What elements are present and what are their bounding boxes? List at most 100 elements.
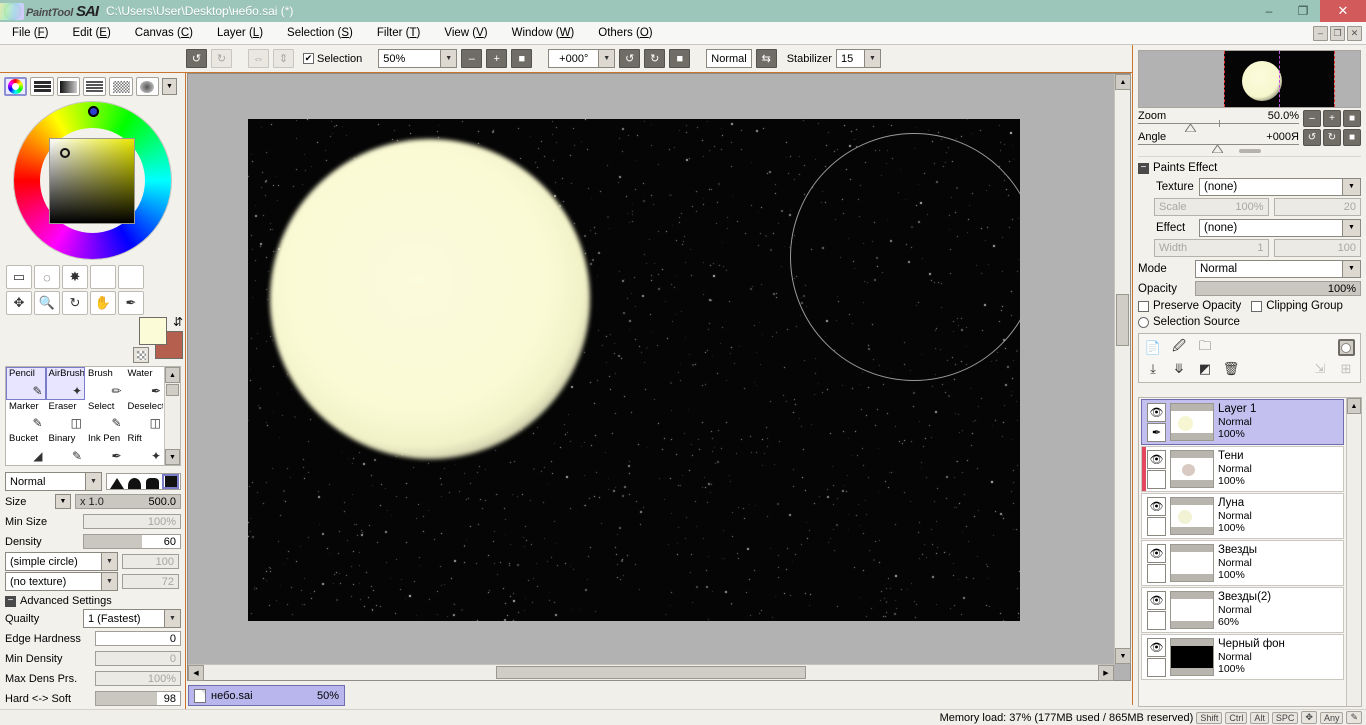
angle-slider-group[interactable]: Angle +000Я (1138, 131, 1299, 153)
brush-shape-value[interactable]: (simple circle) (5, 552, 101, 571)
canvas-scroll-up-icon[interactable]: ▲ (1115, 74, 1131, 90)
flip-horizontal-button[interactable]: ⇔ (248, 49, 269, 68)
size-unit-dropdown-icon[interactable]: ▼ (55, 494, 71, 509)
rect-select-icon[interactable]: ▭ (6, 265, 32, 289)
brush-marker[interactable]: Marker ✎ (6, 400, 46, 433)
zoom-slider-group[interactable]: Zoom 50.0% (1138, 110, 1299, 132)
clip-merge-icon[interactable]: ⤋ (1169, 359, 1189, 378)
brush-water[interactable]: Water ✒ (125, 367, 165, 400)
brush-texture-amount[interactable]: 72 (122, 574, 179, 589)
menu-edit[interactable]: Edit (E) (60, 22, 122, 45)
color-wheel-mode-button[interactable] (4, 77, 28, 96)
selected-layer-pen-icon[interactable]: ✒ (1147, 422, 1166, 442)
zoom-combo[interactable]: 50% ▼ (378, 49, 458, 68)
eye-icon[interactable]: 👁 (1147, 543, 1166, 563)
artboard[interactable] (248, 119, 1020, 621)
merge-down-icon[interactable]: ⤓ (1143, 359, 1163, 378)
hard-soft-slider[interactable]: 98 (95, 691, 181, 706)
hsv-list-mode-button[interactable] (83, 77, 107, 96)
color-wheel-area[interactable] (0, 98, 186, 263)
brush-shape-combo[interactable]: (simple circle) ▼ (5, 552, 118, 571)
move-tool-icon[interactable]: ✥ (6, 291, 32, 315)
zoom-slider-track[interactable] (1138, 120, 1299, 132)
menu-filter[interactable]: Filter (T) (365, 22, 432, 45)
brush-deselect[interactable]: Deselect ◫ (125, 400, 165, 433)
new-linework-layer-icon[interactable]: 🖉 (1169, 338, 1189, 357)
brush-shape-amount[interactable]: 100 (122, 554, 179, 569)
redo-button[interactable]: ↻ (211, 49, 232, 68)
layer-row[interactable]: 👁 Луна Normal 100% (1141, 493, 1344, 539)
texture-combo[interactable]: (none) ▼ (1199, 177, 1361, 196)
brush-list-scrollbar[interactable]: ▲ ▼ (164, 367, 180, 465)
layer-list-scrollbar[interactable]: ▲ (1346, 398, 1361, 706)
brush-scroll-up-icon[interactable]: ▲ (165, 367, 180, 383)
shape-sharp-icon[interactable] (108, 474, 125, 489)
zoom-out-button[interactable]: – (461, 49, 483, 68)
rgb-slider-mode-button[interactable] (30, 77, 54, 96)
brush-inkpen[interactable]: Ink Pen ✒ (85, 432, 125, 465)
swap-colors-icon[interactable]: ⇵ (173, 315, 183, 329)
eye-icon[interactable]: 👁 (1147, 402, 1166, 422)
scale-slider[interactable]: Scale 100% (1154, 198, 1269, 216)
panel-resize-grip[interactable] (1238, 149, 1261, 153)
eyedropper-tool-icon[interactable]: ✒ (118, 291, 144, 315)
transparent-color-button[interactable] (133, 347, 149, 363)
delete-layer-icon[interactable]: 🗑 (1221, 359, 1241, 378)
restore-button[interactable]: ❐ (1286, 0, 1320, 22)
menu-others[interactable]: Others (O) (586, 22, 664, 45)
layer-row[interactable]: 👁 Звезды(2) Normal 60% (1141, 587, 1344, 633)
layer-row[interactable]: 👁 ✒ Layer 1 Normal 100% (1141, 399, 1344, 445)
canvas-viewport[interactable]: ▲ ▼ ◀ ▶ (187, 73, 1131, 681)
zoom-tool-icon[interactable]: 🔍 (34, 291, 60, 315)
nav-zoom-out-button[interactable]: – (1303, 110, 1321, 127)
layer-mode-combo[interactable]: Normal ▼ (1195, 259, 1361, 278)
effect-value[interactable]: (none) (1199, 218, 1343, 237)
preserve-opacity-checkbox[interactable] (1138, 300, 1149, 312)
scale-amount-slider[interactable]: 20 (1273, 198, 1361, 216)
layer-select-box[interactable] (1147, 516, 1166, 536)
density-slider[interactable]: 60 (83, 534, 181, 549)
stabilizer-dropdown-icon[interactable]: ▼ (863, 49, 881, 68)
brush-binary[interactable]: Binary ✎ (46, 432, 86, 465)
close-button[interactable]: ✕ (1320, 0, 1366, 22)
brush-blend-dropdown-icon[interactable]: ▼ (85, 472, 102, 491)
layer-mode-value[interactable]: Normal (1195, 259, 1343, 278)
collapse-minus-icon[interactable]: − (5, 595, 16, 607)
selection-checkbox[interactable]: ✔ (303, 53, 314, 64)
angle-dropdown-icon[interactable]: ▼ (598, 49, 616, 68)
layer-row[interactable]: 👁 Звезды Normal 100% (1141, 540, 1344, 586)
min-size-slider[interactable]: 100% (83, 514, 181, 529)
nav-rotate-ccw-button[interactable]: ↺ (1303, 129, 1321, 146)
eye-icon[interactable]: 👁 (1147, 496, 1166, 516)
canvas-vscroll-thumb[interactable] (1116, 294, 1129, 346)
layer-select-box[interactable] (1147, 563, 1166, 583)
layer-select-box[interactable] (1147, 657, 1166, 677)
nav-zoom-reset-button[interactable]: ■ (1343, 110, 1361, 127)
layer-scroll-up-icon[interactable]: ▲ (1347, 398, 1361, 414)
menu-canvas[interactable]: Canvas (C) (123, 22, 205, 45)
max-dens-slider[interactable]: 100% (95, 671, 181, 686)
brush-scroll-down-icon[interactable]: ▼ (165, 449, 180, 465)
brush-shape-selector[interactable] (106, 473, 181, 490)
nav-rotate-cw-button[interactable]: ↻ (1323, 129, 1341, 146)
brush-brush[interactable]: Brush ✏ (85, 367, 125, 400)
sv-marker[interactable] (60, 148, 70, 158)
layer-row[interactable]: 👁 Тени Normal 100% (1141, 446, 1344, 492)
canvas-scroll-left-icon[interactable]: ◀ (188, 665, 204, 681)
quality-value[interactable]: 1 (Fastest) (83, 609, 164, 628)
new-layer-icon[interactable]: 📄 (1143, 338, 1163, 357)
quality-combo[interactable]: 1 (Fastest) ▼ (83, 609, 181, 628)
brush-rift[interactable]: Rift ✦ (125, 432, 165, 465)
color-panel-menu-icon[interactable]: ▼ (162, 78, 177, 95)
clipping-group-checkbox[interactable] (1251, 300, 1263, 312)
angle-slider-knob[interactable] (1212, 145, 1224, 153)
doc-restore-button[interactable]: ❐ (1330, 25, 1345, 41)
shape-round-icon[interactable] (126, 474, 143, 489)
effect-dropdown-icon[interactable]: ▼ (1343, 218, 1361, 237)
layer-select-box[interactable] (1147, 469, 1166, 489)
zoom-in-button[interactable]: + (486, 49, 508, 68)
palette-mode-button[interactable] (109, 77, 133, 96)
layer-row[interactable]: 👁 Черный фон Normal 100% (1141, 634, 1344, 680)
stabilizer-combo[interactable]: 15 ▼ (835, 49, 881, 68)
brush-pencil[interactable]: Pencil ✎ (6, 367, 46, 400)
